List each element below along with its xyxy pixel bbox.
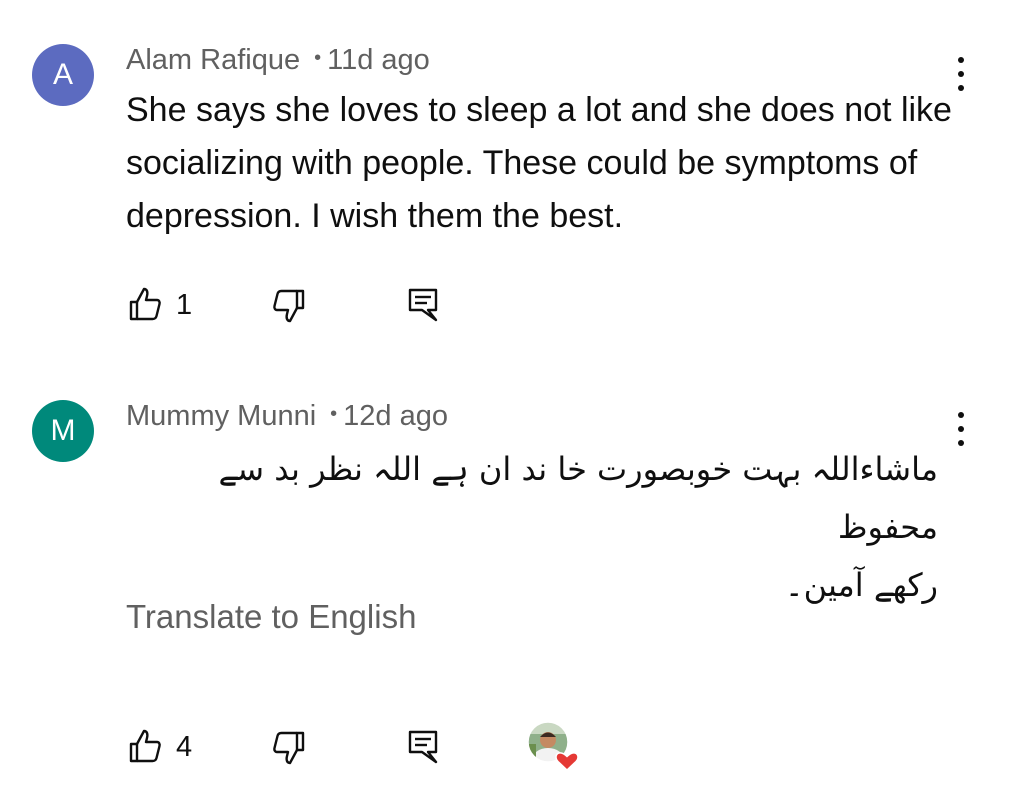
thumbs-up-icon [129, 729, 161, 763]
thumbs-down-icon [273, 731, 305, 765]
reply-button[interactable] [408, 288, 438, 328]
reply-icon [408, 288, 438, 322]
creator-heart-icon [526, 720, 580, 774]
like-button[interactable] [128, 286, 162, 326]
translate-link[interactable]: Translate to English [126, 598, 416, 636]
thumbs-down-icon [273, 289, 305, 323]
separator-dot: • [330, 403, 338, 425]
separator-dot: • [314, 47, 322, 69]
author-name[interactable]: Alam Rafique [126, 44, 300, 76]
reply-button[interactable] [408, 730, 438, 770]
comment-time: 12d ago [343, 400, 448, 432]
dislike-button[interactable] [272, 730, 306, 770]
avatar-letter: M [50, 414, 76, 447]
avatar-letter: A [52, 58, 73, 91]
comment-meta: Alam Rafique • 11d ago [126, 44, 430, 77]
like-count: 4 [176, 731, 193, 763]
thumbs-up-icon [129, 287, 161, 321]
dislike-button[interactable] [272, 288, 306, 328]
like-count: 1 [176, 289, 193, 321]
reply-icon [408, 730, 438, 764]
comment-time: 11d ago [327, 44, 430, 76]
comment-text: ماشاءاللہ بہت خوبصورت خا ند ان ہے اللہ ن… [126, 440, 938, 614]
author-name[interactable]: Mummy Munni [126, 400, 316, 432]
like-button[interactable] [128, 728, 162, 768]
avatar[interactable]: A [32, 44, 94, 106]
comment-text: She says she loves to sleep a lot and sh… [126, 91, 952, 235]
avatar[interactable]: M [32, 400, 94, 462]
comment-text-line: ماشاءاللہ بہت خوبصورت خا ند ان ہے اللہ ن… [218, 450, 938, 546]
more-vert-icon[interactable] [951, 409, 971, 449]
comment-meta: Mummy Munni • 12d ago [126, 400, 448, 433]
